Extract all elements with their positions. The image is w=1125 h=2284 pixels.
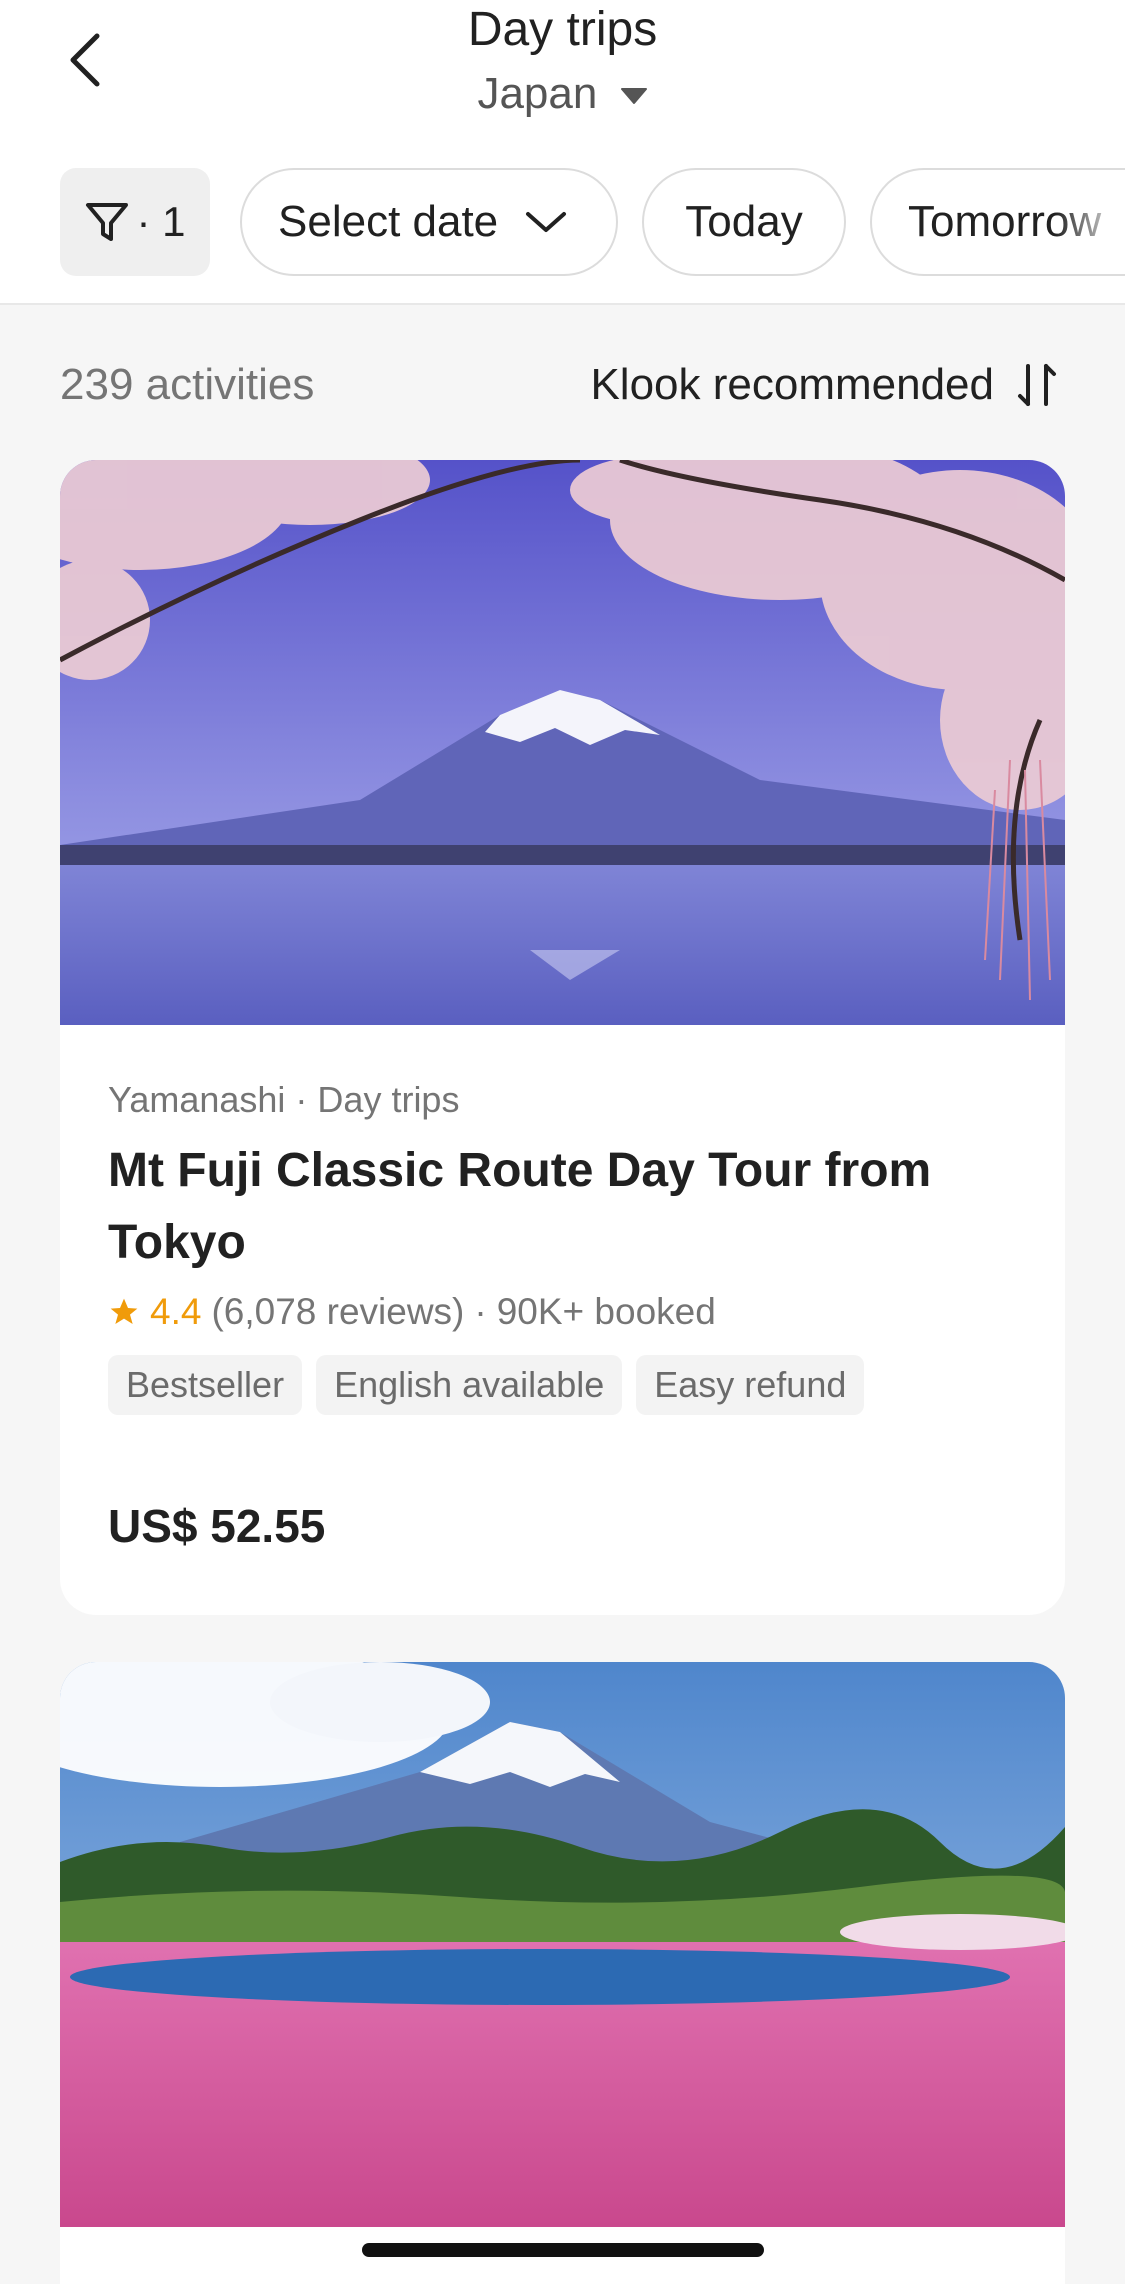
tag-bestseller: Bestseller bbox=[108, 1355, 303, 1415]
booked-count: 90K+ booked bbox=[496, 1291, 716, 1332]
today-label: Today bbox=[685, 197, 803, 246]
select-date-chip[interactable]: Select date bbox=[240, 168, 618, 276]
rating-row: 4.4 (6,078 reviews) · 90K+ booked bbox=[108, 1287, 1028, 1337]
star-icon bbox=[110, 1298, 138, 1324]
chip-fade bbox=[1055, 170, 1125, 274]
sort-arrows-icon bbox=[1018, 364, 1056, 406]
activity-details: Yamanashi · Day trips Mt Fuji Classic Ro… bbox=[108, 1075, 1028, 1553]
tomorrow-chip[interactable]: Tomorrow bbox=[870, 168, 1125, 276]
mount-fuji-pink-moss-field-photo bbox=[60, 1662, 1065, 2227]
activity-card[interactable]: Yamanashi · Day trips Mt Fuji Classic Ro… bbox=[60, 460, 1065, 1615]
activity-meta: Yamanashi · Day trips bbox=[108, 1079, 460, 1120]
location-selector[interactable]: Japan bbox=[0, 64, 1125, 124]
activity-price: US$ 52.55 bbox=[108, 1500, 326, 1552]
sort-button[interactable]: Klook recommended bbox=[590, 355, 1060, 415]
chevron-down-icon bbox=[526, 212, 567, 232]
rating-value: 4.4 bbox=[150, 1291, 202, 1332]
home-indicator bbox=[362, 2243, 764, 2257]
review-count: (6,078 reviews) bbox=[211, 1291, 465, 1332]
filter-button[interactable]: · 1 bbox=[60, 168, 210, 276]
select-date-label: Select date bbox=[278, 197, 499, 246]
activity-title: Mt Fuji Classic Route Day Tour from Toky… bbox=[108, 1144, 932, 1269]
funnel-icon bbox=[86, 203, 129, 241]
activity-card[interactable] bbox=[60, 1662, 1065, 2284]
separator-dot: · bbox=[474, 1291, 487, 1332]
results-bar: 239 activities Klook recommended bbox=[60, 355, 1060, 415]
activity-count: 239 activities bbox=[60, 360, 315, 409]
tag-list: Bestseller English available Easy refund bbox=[108, 1355, 1028, 1415]
page-title: Day trips bbox=[467, 3, 658, 56]
tag-english-available: English available bbox=[316, 1355, 623, 1415]
caret-down-icon bbox=[620, 88, 647, 105]
filter-chip-bar: · 1 Select date Today Tomorrow bbox=[0, 168, 1125, 278]
sort-label: Klook recommended bbox=[590, 360, 994, 409]
header: Day trips Japan · 1 Select date Today To… bbox=[0, 0, 1125, 305]
filter-count: · 1 bbox=[136, 198, 186, 245]
tag-easy-refund: Easy refund bbox=[636, 1355, 865, 1415]
location-label: Japan bbox=[477, 69, 598, 118]
today-chip[interactable]: Today bbox=[642, 168, 846, 276]
mount-fuji-cherry-blossom-lake-photo bbox=[60, 460, 1065, 1025]
